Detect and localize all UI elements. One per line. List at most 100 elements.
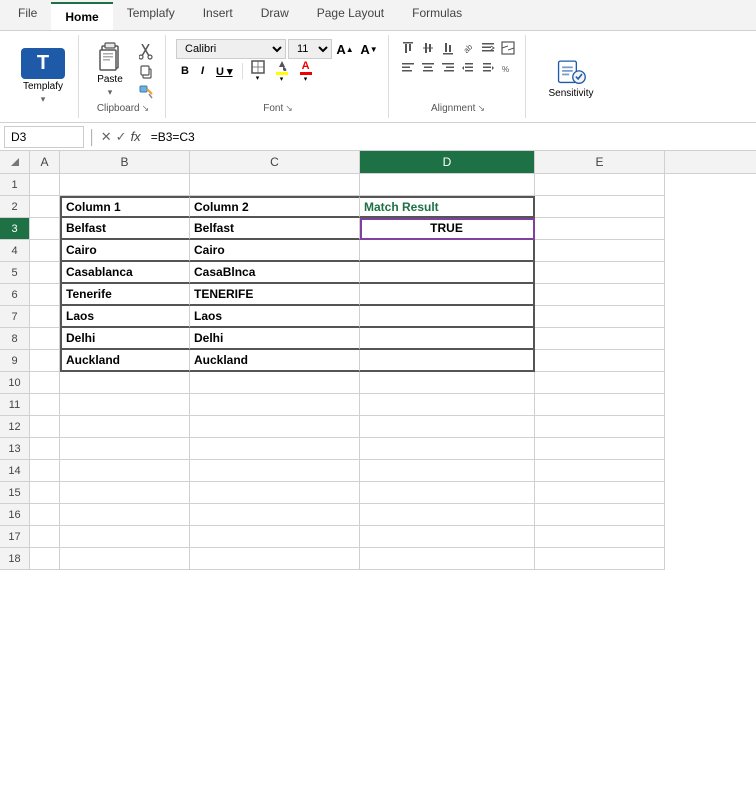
increase-indent-button[interactable] [479,59,497,77]
cell-c15[interactable] [190,482,360,504]
cell-b16[interactable] [60,504,190,526]
tab-home[interactable]: Home [51,2,112,30]
row-header-1[interactable]: 1 [0,174,30,196]
align-middle-button[interactable] [419,39,437,57]
cell-d11[interactable] [360,394,535,416]
cell-c8[interactable]: Delhi [190,328,360,350]
tab-insert[interactable]: Insert [189,0,247,30]
underline-button[interactable]: U ▾ [211,61,238,81]
row-header-2[interactable]: 2 [0,196,30,218]
align-bottom-button[interactable] [439,39,457,57]
cell-a3[interactable] [30,218,60,240]
font-color-button[interactable]: A ▾ [295,62,317,80]
paste-button[interactable]: Paste ▾ [89,39,131,99]
cell-c4[interactable]: Cairo [190,240,360,262]
cell-e18[interactable] [535,548,665,570]
fill-color-button[interactable]: ▾ [271,62,293,80]
cell-e13[interactable] [535,438,665,460]
cell-a10[interactable] [30,372,60,394]
align-top-button[interactable] [399,39,417,57]
cell-b2[interactable]: Column 1 [60,196,190,218]
cell-b11[interactable] [60,394,190,416]
templafy-button[interactable]: T Templafy ▾ [16,47,70,107]
cell-e11[interactable] [535,394,665,416]
cell-b6[interactable]: Tenerife [60,284,190,306]
cell-d10[interactable] [360,372,535,394]
cell-e17[interactable] [535,526,665,548]
bold-button[interactable]: B [176,61,194,81]
row-header-18[interactable]: 18 [0,548,30,570]
cell-b1[interactable] [60,174,190,196]
cell-e6[interactable] [535,284,665,306]
cell-a14[interactable] [30,460,60,482]
cell-d5[interactable] [360,262,535,284]
row-header-9[interactable]: 9 [0,350,30,372]
cell-a17[interactable] [30,526,60,548]
decrease-font-button[interactable]: A▼ [358,40,380,58]
cell-b5[interactable]: Casablanca [60,262,190,284]
row-header-3[interactable]: 3 [0,218,30,240]
cell-c9[interactable]: Auckland [190,350,360,372]
cell-a9[interactable] [30,350,60,372]
cell-e3[interactable] [535,218,665,240]
col-header-e[interactable]: E [535,151,665,173]
cell-a13[interactable] [30,438,60,460]
cell-d16[interactable] [360,504,535,526]
cell-a2[interactable] [30,196,60,218]
cell-b4[interactable]: Cairo [60,240,190,262]
row-header-12[interactable]: 12 [0,416,30,438]
cut-button[interactable] [135,43,157,61]
cell-a15[interactable] [30,482,60,504]
row-header-5[interactable]: 5 [0,262,30,284]
cell-d4[interactable] [360,240,535,262]
cell-d12[interactable] [360,416,535,438]
cell-b12[interactable] [60,416,190,438]
col-header-b[interactable]: B [60,151,190,173]
row-header-11[interactable]: 11 [0,394,30,416]
format-painter-button[interactable] [135,83,157,101]
cell-b8[interactable]: Delhi [60,328,190,350]
cell-a12[interactable] [30,416,60,438]
cell-b13[interactable] [60,438,190,460]
col-header-d[interactable]: D [360,151,535,173]
row-header-14[interactable]: 14 [0,460,30,482]
copy-button[interactable] [135,63,157,81]
cell-c2[interactable]: Column 2 [190,196,360,218]
cell-d15[interactable] [360,482,535,504]
cell-a16[interactable] [30,504,60,526]
cell-e10[interactable] [535,372,665,394]
tab-draw[interactable]: Draw [247,0,303,30]
cell-e15[interactable] [535,482,665,504]
cell-e12[interactable] [535,416,665,438]
cancel-formula-icon[interactable]: ✕ [101,129,112,145]
cell-d6[interactable] [360,284,535,306]
font-expander-icon[interactable]: ↘ [285,103,293,114]
orientation-button[interactable]: ab [459,39,477,57]
tab-formulas[interactable]: Formulas [398,0,476,30]
cell-d18[interactable] [360,548,535,570]
row-header-7[interactable]: 7 [0,306,30,328]
decrease-indent-button[interactable] [459,59,477,77]
align-right-button[interactable] [439,59,457,77]
cell-a8[interactable] [30,328,60,350]
cell-e7[interactable] [535,306,665,328]
cell-reference-box[interactable]: D3 [4,126,84,148]
cell-c3[interactable]: Belfast [190,218,360,240]
cell-d8[interactable] [360,328,535,350]
cell-c6[interactable]: TENERIFE [190,284,360,306]
cell-d17[interactable] [360,526,535,548]
cell-c11[interactable] [190,394,360,416]
cell-d7[interactable] [360,306,535,328]
clipboard-expander-icon[interactable]: ↘ [142,103,150,114]
row-header-17[interactable]: 17 [0,526,30,548]
cell-c1[interactable] [190,174,360,196]
col-header-c[interactable]: C [190,151,360,173]
align-center-button[interactable] [419,59,437,77]
cell-c12[interactable] [190,416,360,438]
cell-a11[interactable] [30,394,60,416]
wrap-text-button[interactable] [479,39,497,57]
align-left-button[interactable] [399,59,417,77]
cell-e9[interactable] [535,350,665,372]
cell-c14[interactable] [190,460,360,482]
cell-c7[interactable]: Laos [190,306,360,328]
